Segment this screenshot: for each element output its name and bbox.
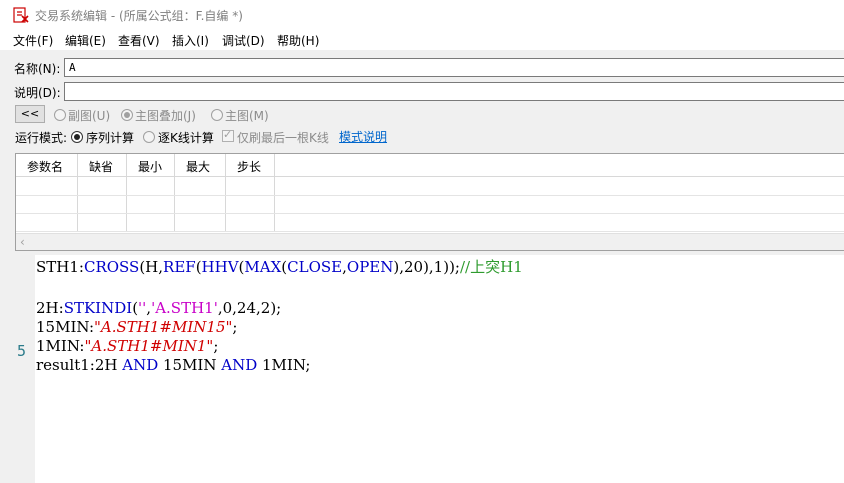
menu-debug[interactable]: 调试(D)	[222, 32, 265, 49]
code-text: 1MIN;	[257, 356, 311, 374]
code-text: ;	[213, 337, 219, 355]
code-line[interactable]: 2H:STKINDI('','A.STH1',0,24,2);	[36, 299, 281, 318]
code-keyword: HHV	[201, 258, 239, 276]
line-gutter: 5	[15, 255, 35, 483]
window-title: 交易系统编辑 - (所属公式组：F.自编 *)	[35, 9, 243, 23]
main-chart-label: 主图(M)	[225, 109, 269, 123]
header-min[interactable]: 最小	[138, 158, 162, 175]
description-input[interactable]	[64, 82, 844, 101]
code-text: 2H:	[36, 299, 64, 317]
code-string: 'A.STH1'	[151, 299, 218, 317]
table-row	[16, 195, 844, 196]
last-bar-only-label: 仅刷最后一根K线	[237, 131, 329, 145]
code-string: "A.STH1#MIN15"	[94, 318, 233, 336]
horizontal-scrollbar[interactable]: ‹	[16, 233, 844, 250]
code-line[interactable]: 15MIN:"A.STH1#MIN15";	[36, 318, 237, 337]
code-keyword: CLOSE	[287, 258, 343, 276]
chart-position-options: << 副图(U) 主图叠加(J) 主图(M)	[0, 104, 844, 126]
code-editor[interactable]: 5 STH1:CROSS(H,REF(HHV(MAX(CLOSE,OPEN),2…	[15, 255, 844, 483]
sub-chart-label: 副图(U)	[68, 109, 111, 123]
description-label: 说明(D):	[14, 86, 61, 100]
menu-insert[interactable]: 插入(I)	[172, 32, 209, 49]
table-row	[16, 231, 844, 232]
sub-chart-radio[interactable]	[54, 109, 66, 121]
sequential-label: 序列计算	[86, 131, 135, 145]
name-input[interactable]: A	[64, 58, 844, 77]
code-text: ;	[232, 318, 238, 336]
menu-edit[interactable]: 编辑(E)	[65, 32, 106, 49]
code-text: STH1:	[36, 258, 84, 276]
col-min: 最小	[127, 154, 175, 232]
code-comment: //上突H1	[460, 258, 523, 276]
formula-editor-icon	[13, 7, 29, 23]
run-mode-row: 运行模式: 序列计算 逐K线计算 仅刷最后一根K线 模式说明	[0, 126, 844, 148]
col-step: 步长	[226, 154, 275, 232]
col-default: 缺省	[78, 154, 127, 232]
description-row: 说明(D):	[0, 80, 844, 102]
code-keyword: OPEN	[346, 258, 394, 276]
code-text: result1:2H	[36, 356, 123, 374]
code-string: "A.STH1#MIN1"	[84, 337, 214, 355]
code-keyword: CROSS	[83, 258, 140, 276]
parameter-table: 参数名 缺省 最小 最大 步长 ‹	[15, 153, 844, 251]
table-row	[16, 213, 844, 214]
main-chart-radio[interactable]	[211, 109, 223, 121]
header-param-name[interactable]: 参数名	[27, 158, 63, 175]
code-text: ,0,24,2);	[217, 299, 282, 317]
menu-bar: 文件(F) 编辑(E) 查看(V) 插入(I) 调试(D) 帮助(H)	[0, 30, 844, 50]
menu-file[interactable]: 文件(F)	[13, 32, 53, 49]
code-line[interactable]: 1MIN:"A.STH1#MIN1";	[36, 337, 218, 356]
code-keyword: AND	[221, 356, 258, 374]
per-bar-radio[interactable]	[143, 131, 155, 143]
last-bar-only-checkbox[interactable]	[222, 128, 234, 142]
header-max[interactable]: 最大	[186, 158, 210, 175]
run-mode-label: 运行模式:	[15, 131, 68, 145]
title-bar: 交易系统编辑 - (所属公式组：F.自编 *)	[0, 0, 844, 30]
main-overlay-radio[interactable]	[121, 109, 133, 121]
scroll-left-icon[interactable]: ‹	[20, 235, 25, 249]
per-bar-label: 逐K线计算	[158, 131, 214, 145]
col-param-name: 参数名	[16, 154, 78, 232]
mode-help-link[interactable]: 模式说明	[339, 128, 387, 145]
code-keyword: AND	[122, 356, 159, 374]
menu-help[interactable]: 帮助(H)	[277, 32, 319, 49]
code-text: 15MIN	[158, 356, 222, 374]
code-text: (H,	[139, 258, 164, 276]
code-text: 1MIN:	[36, 337, 85, 355]
code-text: ),20),1));	[393, 258, 460, 276]
code-keyword: MAX	[244, 258, 282, 276]
sequential-radio[interactable]	[71, 131, 83, 143]
collapse-button[interactable]: <<	[15, 105, 45, 123]
col-max: 最大	[175, 154, 226, 232]
name-row: 名称(N): A	[0, 56, 844, 78]
code-keyword: STKINDI	[63, 299, 133, 317]
line-number: 5	[17, 342, 27, 360]
main-overlay-label: 主图叠加(J)	[135, 109, 196, 123]
menu-view[interactable]: 查看(V)	[118, 32, 160, 49]
code-line[interactable]: result1:2H AND 15MIN AND 1MIN;	[36, 356, 311, 375]
name-label: 名称(N):	[14, 62, 61, 76]
header-default[interactable]: 缺省	[89, 158, 113, 175]
code-text: 15MIN:	[36, 318, 95, 336]
header-step[interactable]: 步长	[237, 158, 261, 175]
code-line[interactable]: STH1:CROSS(H,REF(HHV(MAX(CLOSE,OPEN),20)…	[36, 258, 523, 277]
code-keyword: REF	[163, 258, 196, 276]
